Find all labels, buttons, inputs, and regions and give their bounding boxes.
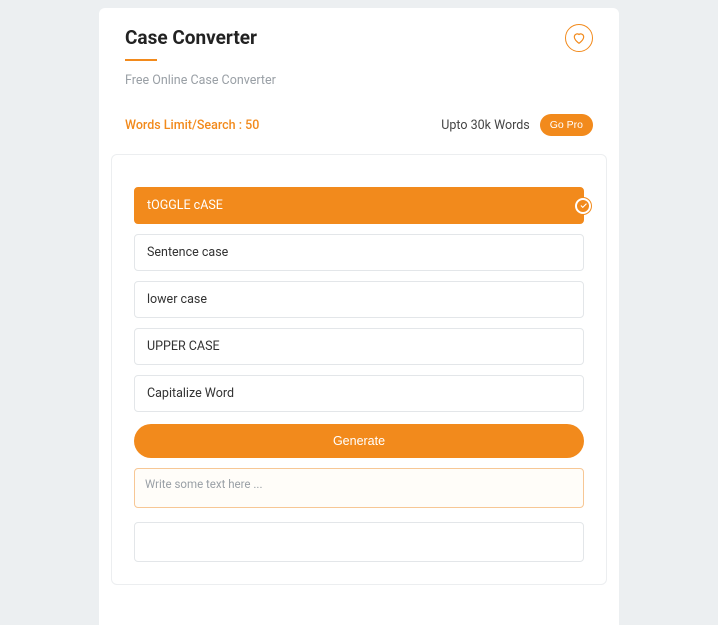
page-subtitle: Free Online Case Converter [125, 73, 593, 88]
check-icon [575, 198, 591, 214]
tool-card: tOGGLE cASE Sentence case lower case UPPER … [111, 154, 607, 585]
tool-page: Case Converter Free Online Case Converte… [99, 8, 619, 625]
case-option-label: tOGGLE cASE [147, 198, 223, 213]
case-option[interactable]: Sentence case [134, 234, 584, 271]
case-option[interactable]: Capitalize Word [134, 375, 584, 412]
favorite-button[interactable] [565, 24, 593, 52]
case-option[interactable]: lower case [134, 281, 584, 318]
pro-offer: Upto 30k Words Go Pro [441, 114, 593, 136]
page-title: Case Converter [125, 26, 593, 49]
case-option[interactable]: tOGGLE cASE [134, 187, 584, 224]
heart-icon [572, 31, 586, 45]
header: Case Converter Free Online Case Converte… [99, 26, 619, 88]
title-underline [125, 59, 157, 61]
case-option-label: Capitalize Word [147, 386, 234, 401]
upto-words-text: Upto 30k Words [441, 118, 529, 133]
word-limit-text: Words Limit/Search : 50 [125, 118, 259, 133]
case-options: tOGGLE cASE Sentence case lower case UPPER … [134, 187, 584, 412]
text-input[interactable] [134, 468, 584, 508]
case-option-label: lower case [147, 292, 207, 307]
limits-bar: Words Limit/Search : 50 Upto 30k Words G… [99, 114, 619, 136]
go-pro-button[interactable]: Go Pro [540, 114, 593, 136]
output-box [134, 522, 584, 562]
case-option[interactable]: UPPER CASE [134, 328, 584, 365]
case-option-label: UPPER CASE [147, 339, 220, 354]
case-option-label: Sentence case [147, 245, 228, 260]
generate-button[interactable]: Generate [134, 424, 584, 458]
